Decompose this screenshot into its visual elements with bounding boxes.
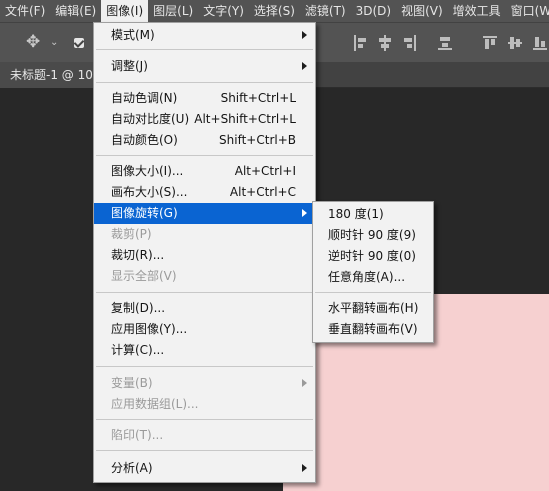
menu-item-shortcut: Alt+Ctrl+I bbox=[234, 164, 296, 178]
move-tool-icon[interactable]: ✥ bbox=[26, 34, 40, 51]
submenu-item-label: 垂直翻转画布(V) bbox=[328, 322, 418, 336]
menu-item-label: 裁切(R)... bbox=[111, 248, 165, 262]
menu-item-label: 画布大小(S)... bbox=[111, 185, 188, 199]
menu-item-shortcut: Alt+Ctrl+C bbox=[229, 185, 296, 199]
align-vcenter-icon[interactable] bbox=[378, 35, 392, 51]
submenu-arrow-icon bbox=[302, 379, 307, 387]
align-hcenter-icon[interactable] bbox=[483, 35, 497, 51]
menu-separator bbox=[96, 155, 313, 156]
menu-layer[interactable]: 图层(L) bbox=[148, 0, 198, 22]
menu-item-reveal-all: 显示全部(V) bbox=[94, 266, 315, 287]
menu-item-auto-tone[interactable]: 自动色调(N) Shift+Ctrl+L bbox=[94, 88, 315, 109]
menu-item-label: 分析(A) bbox=[111, 461, 153, 475]
align-middle-icon[interactable] bbox=[508, 35, 522, 51]
submenu-item-rotate-ccw-90[interactable]: 逆时针 90 度(0) bbox=[313, 246, 433, 267]
menu-item-apply-image[interactable]: 应用图像(Y)... bbox=[94, 319, 315, 340]
menu-item-label: 自动对比度(U) bbox=[111, 112, 190, 126]
menu-item-image-size[interactable]: 图像大小(I)... Alt+Ctrl+I bbox=[94, 161, 315, 182]
menu-item-label: 陷印(T)... bbox=[111, 428, 164, 442]
align-right-icon[interactable] bbox=[533, 35, 547, 51]
menu-separator bbox=[96, 419, 313, 420]
submenu-item-label: 水平翻转画布(H) bbox=[328, 301, 419, 315]
menu-item-auto-contrast[interactable]: 自动对比度(U) Alt+Shift+Ctrl+L bbox=[94, 109, 315, 130]
menu-item-label: 模式(M) bbox=[111, 28, 155, 42]
menu-item-label: 调整(J) bbox=[111, 59, 148, 73]
submenu-item-label: 顺时针 90 度(9) bbox=[328, 228, 416, 242]
menu-item-label: 计算(C)... bbox=[111, 343, 165, 357]
submenu-arrow-icon bbox=[302, 209, 307, 217]
submenu-arrow-icon bbox=[302, 31, 307, 39]
menu-select[interactable]: 选择(S) bbox=[249, 0, 300, 22]
image-menu-dropdown: 模式(M) 调整(J) 自动色调(N) Shift+Ctrl+L 自动对比度(U… bbox=[93, 22, 316, 483]
submenu-item-rotate-180[interactable]: 180 度(1) bbox=[313, 204, 433, 225]
submenu-item-flip-horizontal[interactable]: 水平翻转画布(H) bbox=[313, 298, 433, 319]
menu-item-crop: 裁剪(P) bbox=[94, 224, 315, 245]
menu-3d[interactable]: 3D(D) bbox=[351, 0, 396, 22]
align-left-icon[interactable] bbox=[438, 35, 452, 51]
submenu-item-label: 180 度(1) bbox=[328, 207, 384, 221]
menu-separator bbox=[96, 82, 313, 83]
menu-item-shortcut: Shift+Ctrl+B bbox=[219, 133, 296, 147]
submenu-item-flip-vertical[interactable]: 垂直翻转画布(V) bbox=[313, 319, 433, 340]
menu-edit[interactable]: 编辑(E) bbox=[50, 0, 101, 22]
menu-item-calculations[interactable]: 计算(C)... bbox=[94, 340, 315, 361]
menu-image[interactable]: 图像(I) bbox=[101, 0, 149, 22]
menu-separator bbox=[96, 366, 313, 367]
submenu-item-label: 逆时针 90 度(0) bbox=[328, 249, 416, 263]
menu-item-variables: 变量(B) bbox=[94, 373, 315, 394]
menu-item-analysis[interactable]: 分析(A) bbox=[94, 458, 315, 479]
menu-type[interactable]: 文字(Y) bbox=[198, 0, 249, 22]
menu-bar: 文件(F) 编辑(E) 图像(I) 图层(L) 文字(Y) 选择(S) 滤镜(T… bbox=[0, 0, 549, 22]
menu-item-image-rotation[interactable]: 图像旋转(G) bbox=[94, 203, 315, 224]
auto-select-checkbox[interactable] bbox=[74, 38, 84, 48]
menu-item-label: 复制(D)... bbox=[111, 301, 166, 315]
align-top-icon[interactable] bbox=[354, 35, 368, 51]
menu-item-label: 自动色调(N) bbox=[111, 91, 178, 105]
menu-item-label: 图像大小(I)... bbox=[111, 164, 184, 178]
menu-item-shortcut: Alt+Shift+Ctrl+L bbox=[194, 112, 296, 126]
submenu-arrow-icon bbox=[302, 62, 307, 70]
align-bottom-icon[interactable] bbox=[402, 35, 416, 51]
menu-file[interactable]: 文件(F) bbox=[0, 0, 50, 22]
menu-item-adjustments[interactable]: 调整(J) bbox=[94, 56, 315, 77]
submenu-arrow-icon bbox=[302, 464, 307, 472]
menu-item-label: 应用图像(Y)... bbox=[111, 322, 188, 336]
menu-item-label: 图像旋转(G) bbox=[111, 206, 178, 220]
chevron-down-icon[interactable]: ⌄ bbox=[50, 35, 58, 51]
menu-item-trap: 陷印(T)... bbox=[94, 425, 315, 446]
menu-filter[interactable]: 滤镜(T) bbox=[300, 0, 351, 22]
menu-view[interactable]: 视图(V) bbox=[396, 0, 448, 22]
menu-item-label: 变量(B) bbox=[111, 376, 153, 390]
menu-separator bbox=[96, 292, 313, 293]
menu-item-label: 自动颜色(O) bbox=[111, 133, 178, 147]
submenu-item-arbitrary[interactable]: 任意角度(A)... bbox=[313, 267, 433, 288]
menu-separator bbox=[96, 49, 313, 50]
menu-item-label: 显示全部(V) bbox=[111, 269, 177, 283]
image-rotation-submenu: 180 度(1) 顺时针 90 度(9) 逆时针 90 度(0) 任意角度(A)… bbox=[312, 201, 434, 343]
menu-item-mode[interactable]: 模式(M) bbox=[94, 25, 315, 46]
menu-item-duplicate[interactable]: 复制(D)... bbox=[94, 298, 315, 319]
menu-item-canvas-size[interactable]: 画布大小(S)... Alt+Ctrl+C bbox=[94, 182, 315, 203]
menu-plugins[interactable]: 增效工具 bbox=[448, 0, 506, 22]
menu-item-auto-color[interactable]: 自动颜色(O) Shift+Ctrl+B bbox=[94, 130, 315, 151]
document-tab[interactable]: 未标题-1 @ 10 bbox=[0, 62, 100, 88]
menu-item-trim[interactable]: 裁切(R)... bbox=[94, 245, 315, 266]
menu-item-apply-data-set: 应用数据组(L)... bbox=[94, 394, 315, 415]
menu-item-label: 应用数据组(L)... bbox=[111, 397, 199, 411]
menu-item-shortcut: Shift+Ctrl+L bbox=[220, 91, 296, 105]
menu-separator bbox=[96, 450, 313, 451]
submenu-item-label: 任意角度(A)... bbox=[328, 270, 406, 284]
menu-separator bbox=[315, 292, 431, 293]
menu-window[interactable]: 窗口(W) bbox=[506, 0, 549, 22]
menu-item-label: 裁剪(P) bbox=[111, 227, 152, 241]
submenu-item-rotate-cw-90[interactable]: 顺时针 90 度(9) bbox=[313, 225, 433, 246]
